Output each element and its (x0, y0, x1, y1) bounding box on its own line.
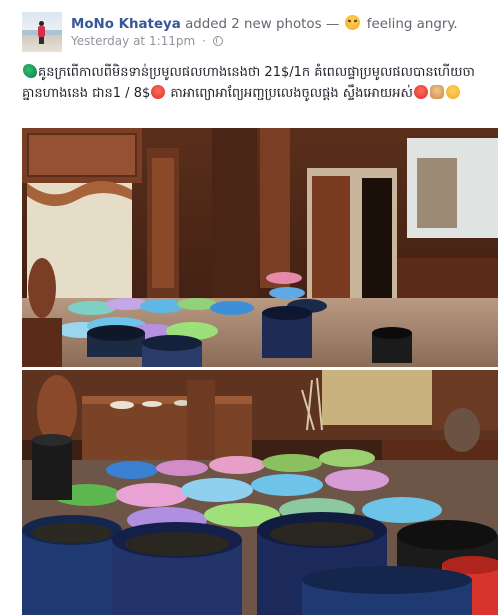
photo-2-illustration (22, 370, 498, 615)
globe-icon[interactable] (212, 36, 223, 46)
caption-text-2: គាអាព្យោអាព្យែអញ្ជប្រលេងចូលផ្គង ស្ទឹងអោយ… (166, 86, 413, 101)
post-title-line: MoNo Khateya added 2 new photos — feelin… (71, 15, 458, 33)
photo-1-illustration (22, 128, 498, 367)
fist-emoji-icon (429, 85, 444, 99)
author-avatar[interactable] (22, 12, 62, 52)
post-caption: គូនក្រពើកាលពីមិនទាន់ប្រមូលផលហាងនេងថា 21$… (22, 62, 492, 104)
photo-room-basins-1[interactable] (22, 128, 498, 367)
facebook-post: MoNo Khateya added 2 new photos — feelin… (0, 0, 499, 615)
angry-red-emoji-icon (413, 85, 428, 99)
angry-red-emoji-icon (151, 85, 166, 99)
leaf-emoji-icon (23, 64, 37, 78)
laughing-emoji-icon (445, 85, 460, 99)
post-header: MoNo Khateya added 2 new photos — feelin… (22, 12, 489, 52)
author-name-link[interactable]: MoNo Khateya (71, 17, 181, 32)
post-timestamp-link[interactable]: Yesterday at 1:11pm (71, 34, 195, 48)
post-action-text: added 2 new photos — (185, 17, 344, 32)
photo-room-basins-2[interactable] (22, 370, 498, 615)
feeling-text: feeling angry. (366, 17, 458, 32)
meta-separator: · (202, 34, 206, 48)
angry-face-icon (345, 15, 361, 30)
post-meta: Yesterday at 1:11pm · (71, 34, 223, 48)
